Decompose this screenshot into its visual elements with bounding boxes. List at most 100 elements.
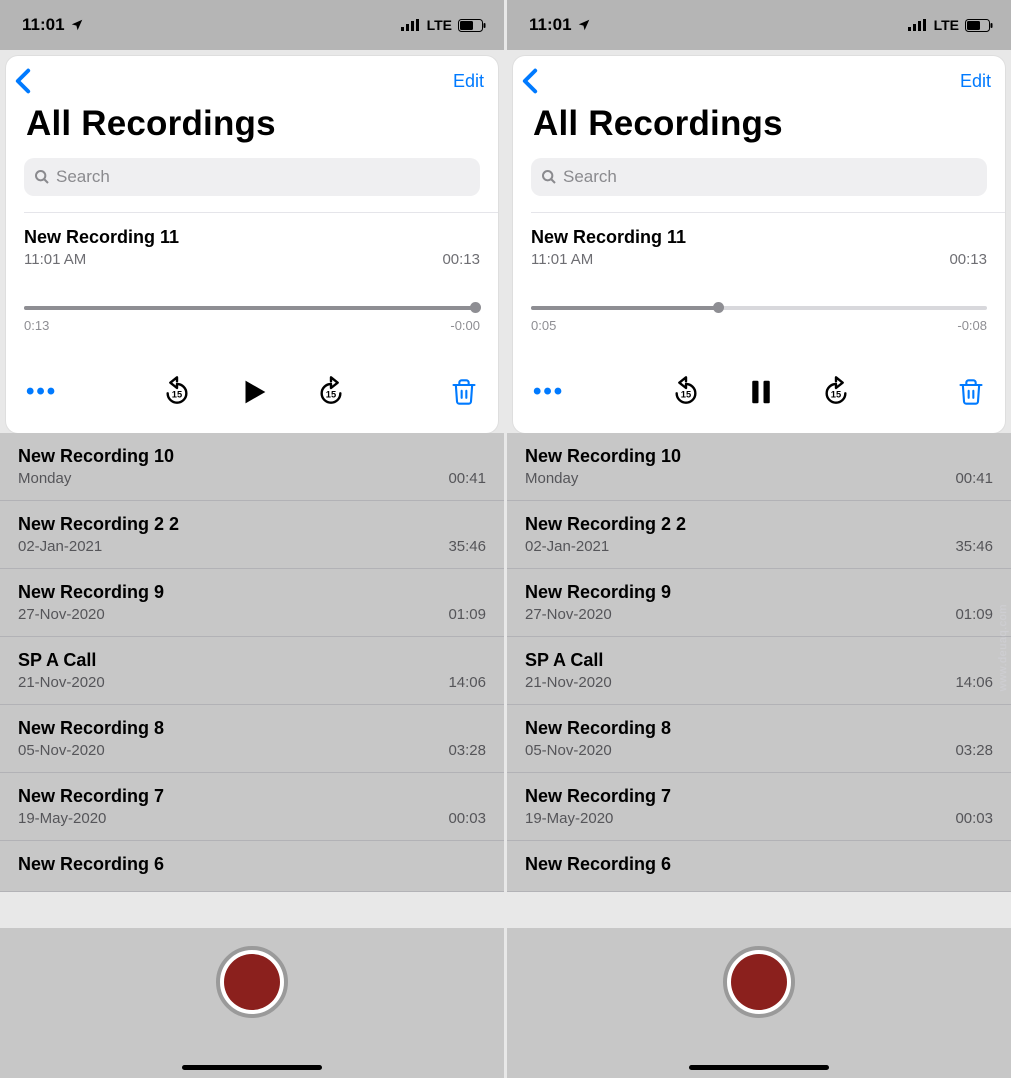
play-button[interactable] [237, 375, 271, 409]
list-item[interactable]: New Recording 719-May-202000:03 [507, 773, 1011, 841]
scrubber-thumb[interactable] [713, 302, 724, 313]
record-inner-icon [224, 954, 280, 1010]
search-icon [34, 169, 50, 185]
skip-forward-15-button[interactable]: 15 [315, 376, 347, 408]
list-item-duration: 35:46 [955, 538, 993, 555]
battery-icon [965, 19, 993, 32]
svg-text:15: 15 [680, 389, 690, 399]
recordings-list: New Recording 10Monday00:41New Recording… [507, 433, 1011, 892]
recording-title: New Recording 11 [24, 227, 480, 248]
elapsed-time: 0:05 [531, 318, 556, 333]
list-item-duration: 00:41 [955, 470, 993, 487]
list-item-title: New Recording 6 [18, 854, 486, 875]
status-time: 11:01 [22, 15, 65, 35]
scrubber-fill [24, 306, 480, 310]
list-item[interactable]: New Recording 2 2 02-Jan-2021 35:46 [0, 501, 504, 569]
list-item-duration: 14:06 [955, 674, 993, 691]
home-indicator[interactable] [689, 1065, 829, 1070]
scrubber[interactable]: 0:13 -0:00 [24, 306, 480, 333]
list-item[interactable]: New Recording 6 [0, 841, 504, 892]
remaining-time: -0:08 [957, 318, 987, 333]
list-item[interactable]: New Recording 10 Monday 00:41 [507, 433, 1011, 501]
list-item[interactable]: SP A Call 21-Nov-2020 14:06 [0, 637, 504, 705]
list-item-date: 19-May-2020 [18, 810, 106, 827]
skip-back-15-button[interactable]: 15 [670, 376, 702, 408]
recording-time: 11:01 AM [531, 251, 593, 268]
list-item-duration: 14:06 [448, 674, 486, 691]
list-item-duration: 00:41 [448, 470, 486, 487]
pause-button[interactable] [746, 375, 776, 409]
list-item-title: New Recording 9 [525, 582, 993, 603]
scrubber[interactable]: 0:05 -0:08 [531, 306, 987, 333]
list-item-title: New Recording 9 [18, 582, 486, 603]
list-item-date: 05-Nov-2020 [18, 742, 105, 759]
more-button[interactable]: ••• [26, 378, 57, 406]
list-item-title: New Recording 6 [525, 854, 993, 875]
search-input[interactable]: Search [24, 158, 480, 196]
home-indicator[interactable] [182, 1065, 322, 1070]
recording-title: New Recording 11 [531, 227, 987, 248]
delete-button[interactable] [957, 377, 985, 407]
search-placeholder: Search [56, 167, 110, 187]
search-icon [541, 169, 557, 185]
more-button[interactable]: ••• [533, 378, 564, 406]
elapsed-time: 0:13 [24, 318, 49, 333]
list-item[interactable]: New Recording 927-Nov-202001:09 [0, 569, 504, 637]
expanded-recording[interactable]: New Recording 11 11:01 AM 00:13 0:05 -0:… [513, 213, 1005, 409]
search-placeholder: Search [563, 167, 617, 187]
scrubber-fill [531, 306, 718, 310]
location-icon [577, 18, 591, 32]
list-item[interactable]: New Recording 10Monday00:41 [0, 433, 504, 501]
recording-card: Edit All Recordings Search New Recording… [513, 56, 1005, 433]
recording-duration: 00:13 [949, 251, 987, 268]
list-item-title: New Recording 7 [18, 786, 486, 807]
list-item-title: New Recording 8 [18, 718, 486, 739]
edit-button[interactable]: Edit [960, 71, 991, 92]
page-title: All Recordings [6, 102, 498, 158]
expanded-recording[interactable]: New Recording 11 11:01 AM 00:13 0:13 -0:… [6, 213, 498, 409]
page-title: All Recordings [513, 102, 1005, 158]
location-icon [70, 18, 84, 32]
recording-card: Edit All Recordings Search New Recording… [6, 56, 498, 433]
list-item[interactable]: New Recording 2 202-Jan-202135:46 [507, 501, 1011, 569]
list-item-title: New Recording 10 [18, 446, 486, 467]
record-inner-icon [731, 954, 787, 1010]
recording-duration: 00:13 [442, 251, 480, 268]
scrubber-thumb[interactable] [470, 302, 481, 313]
list-item[interactable]: New Recording 8 05-Nov-2020 03:28 [0, 705, 504, 773]
list-item-duration: 00:03 [448, 810, 486, 827]
skip-forward-15-button[interactable]: 15 [820, 376, 852, 408]
list-item-date: 21-Nov-2020 [18, 674, 105, 691]
list-item-title: SP A Call [525, 650, 993, 671]
carrier-label: LTE [427, 17, 452, 33]
list-item[interactable]: New Recording 927-Nov-202001:09 [507, 569, 1011, 637]
battery-icon [458, 19, 486, 32]
record-button[interactable] [723, 946, 795, 1018]
list-item-date: 27-Nov-2020 [525, 606, 612, 623]
list-item-date: 02-Jan-2021 [18, 538, 102, 555]
back-button[interactable] [521, 68, 539, 94]
list-item-date: Monday [525, 470, 578, 487]
back-button[interactable] [14, 68, 32, 94]
list-item[interactable]: New Recording 805-Nov-202003:28 [507, 705, 1011, 773]
skip-back-15-button[interactable]: 15 [161, 376, 193, 408]
status-time: 11:01 [529, 15, 572, 35]
list-item[interactable]: New Recording 6 [507, 841, 1011, 892]
list-item-duration: 35:46 [448, 538, 486, 555]
delete-button[interactable] [450, 377, 478, 407]
list-item-date: 02-Jan-2021 [525, 538, 609, 555]
search-input[interactable]: Search [531, 158, 987, 196]
edit-button[interactable]: Edit [453, 71, 484, 92]
list-item-title: SP A Call [18, 650, 486, 671]
list-item-title: New Recording 2 2 [18, 514, 486, 535]
recording-time: 11:01 AM [24, 251, 86, 268]
record-button[interactable] [216, 946, 288, 1018]
record-bar [507, 928, 1011, 1078]
list-item[interactable]: New Recording 7 19-May-2020 00:03 [0, 773, 504, 841]
list-item-title: New Recording 10 [525, 446, 993, 467]
list-item-duration: 03:28 [448, 742, 486, 759]
list-item[interactable]: SP A Call21-Nov-202014:06 [507, 637, 1011, 705]
list-item-date: 05-Nov-2020 [525, 742, 612, 759]
carrier-label: LTE [934, 17, 959, 33]
status-bar: 11:01 LTE [0, 0, 504, 50]
